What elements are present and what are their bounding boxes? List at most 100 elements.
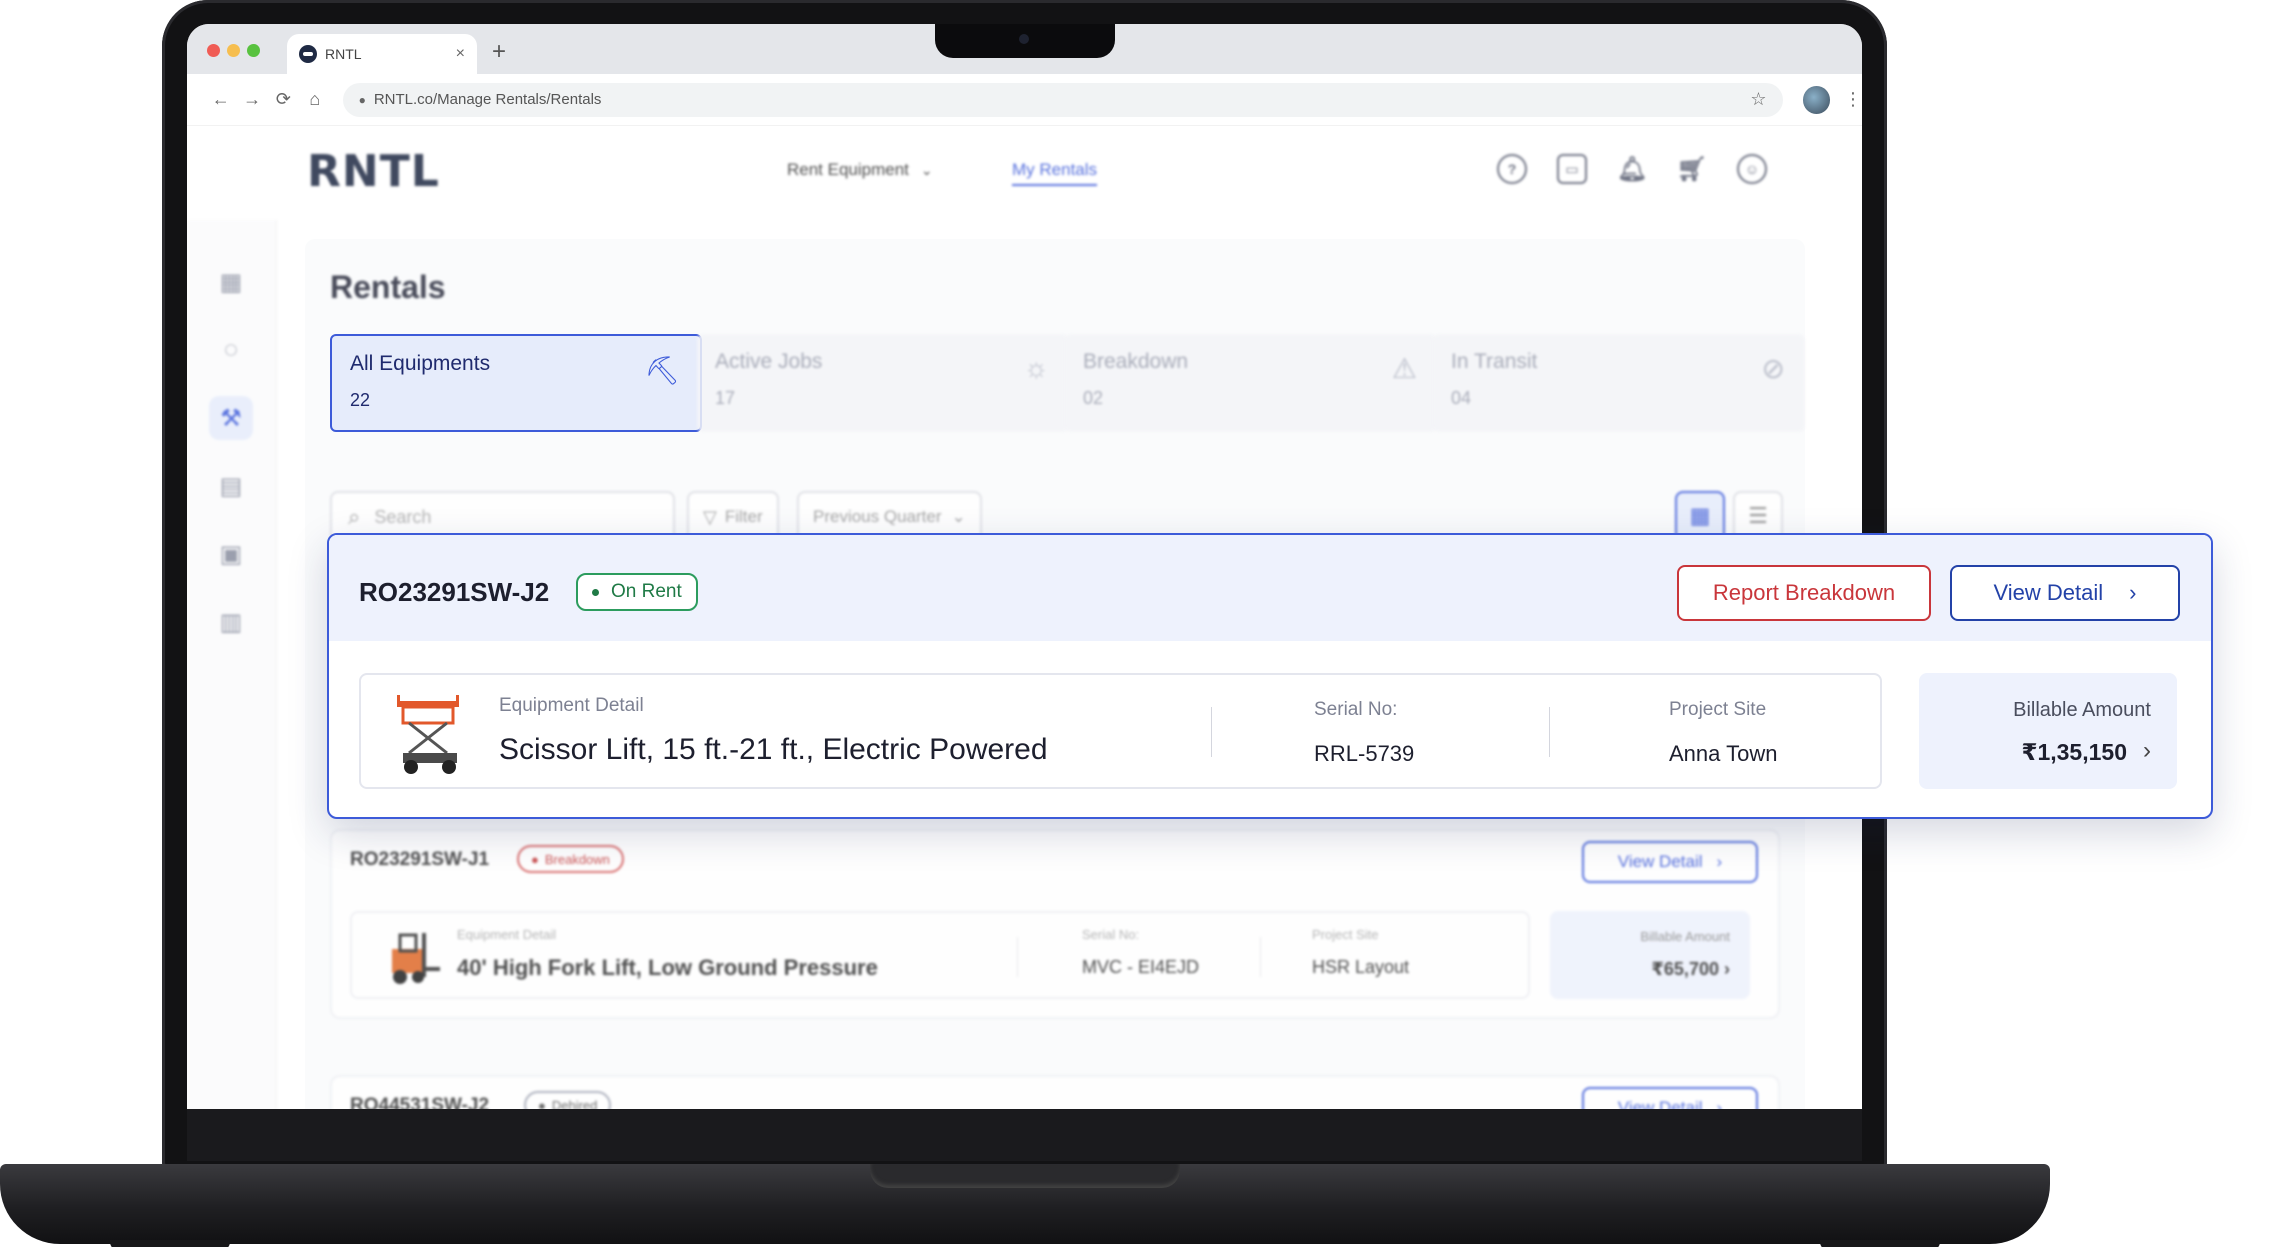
chevron-right-icon: › bbox=[1716, 1098, 1723, 1109]
url-field[interactable]: ● RNTL.co/Manage Rentals/Rentals ☆ bbox=[342, 82, 1783, 117]
window-maximize-button[interactable] bbox=[247, 44, 260, 57]
view-detail-label: View Detail bbox=[1617, 1098, 1703, 1109]
favicon-icon bbox=[299, 45, 317, 63]
stat-label: In Transit bbox=[1451, 350, 1538, 373]
stat-card-breakdown[interactable]: Breakdown 02 ⚠ bbox=[1065, 334, 1437, 432]
stat-count: 17 bbox=[715, 388, 736, 408]
rental-detail-row: Equipment Detail 40' High Fork Lift, Low… bbox=[350, 911, 1530, 999]
chevron-right-icon: › bbox=[1716, 852, 1723, 871]
stat-card-in-transit[interactable]: In Transit 04 ⊘ bbox=[1433, 334, 1805, 432]
equipment-name: 40' High Fork Lift, Low Ground Pressure bbox=[457, 955, 878, 980]
billable-amount-box[interactable]: Billable Amount ₹1,35,150 › bbox=[1919, 673, 2177, 789]
status-dot-icon bbox=[592, 588, 599, 596]
forklift-image bbox=[392, 933, 440, 984]
divider bbox=[1549, 707, 1550, 757]
billable-amount: ₹65,700 › bbox=[1651, 959, 1730, 980]
laptop-chin bbox=[187, 1109, 1862, 1161]
chevron-right-icon: › bbox=[1724, 959, 1730, 979]
rental-detail-row: Equipment Detail Scissor Lift, 15 ft.-21… bbox=[359, 673, 1882, 789]
home-icon[interactable]: ⌂ bbox=[299, 89, 330, 110]
nav-rent-equipment-label: Rent Equipment bbox=[787, 160, 909, 179]
no-entry-icon: ⊘ bbox=[1761, 353, 1785, 384]
serial-value: RRL-5739 bbox=[1314, 741, 1415, 766]
help-icon[interactable]: ? bbox=[1497, 154, 1527, 184]
page-title: Rentals bbox=[330, 269, 446, 305]
account-icon[interactable]: ☺ bbox=[1737, 154, 1767, 184]
sidebar-item-rentals[interactable]: ⚒ bbox=[209, 396, 253, 440]
divider bbox=[1017, 937, 1018, 977]
forward-icon[interactable]: → bbox=[236, 89, 267, 110]
rental-code: RO44531SW-J2 bbox=[350, 1095, 490, 1109]
tab-close-icon[interactable]: × bbox=[456, 45, 465, 63]
status-badge: On Rent bbox=[576, 573, 698, 611]
project-site-label: Project Site bbox=[1669, 699, 1767, 720]
view-detail-label: View Detail bbox=[1617, 852, 1703, 871]
sidebar-item-invoice[interactable]: ▣ bbox=[209, 532, 253, 576]
stat-card-active-jobs[interactable]: Active Jobs 17 ☼ bbox=[697, 334, 1069, 432]
sidebar-item-building[interactable]: ▥ bbox=[209, 600, 253, 644]
featured-rental-header: RO23291SW-J2 On Rent Report Breakdown Vi… bbox=[329, 535, 2211, 641]
grid-icon: ▦ bbox=[1689, 503, 1711, 528]
camera-icon bbox=[1019, 34, 1029, 44]
stat-card-all-equipments[interactable]: All Equipments 22 ⛏ bbox=[330, 334, 702, 432]
inbox-icon[interactable]: ▭ bbox=[1557, 154, 1587, 184]
browser-tab[interactable]: RNTL × bbox=[287, 34, 477, 74]
rental-card: RO44531SW-J2 ● Dehired View Detail › bbox=[330, 1075, 1780, 1109]
back-icon[interactable]: ← bbox=[205, 89, 236, 110]
nav-my-rentals[interactable]: My Rentals bbox=[1012, 160, 1098, 186]
serial-label: Serial No: bbox=[1314, 699, 1398, 720]
rental-code: RO23291SW-J1 bbox=[350, 849, 490, 870]
reload-icon[interactable]: ⟳ bbox=[268, 89, 299, 110]
billable-amount-box[interactable]: Billable Amount ₹65,700 › bbox=[1550, 911, 1750, 999]
building-icon: ▥ bbox=[219, 608, 243, 636]
tab-title: RNTL bbox=[325, 46, 362, 62]
filter-label: Filter bbox=[724, 507, 763, 526]
browser-menu-icon[interactable]: ⋮ bbox=[1844, 89, 1862, 110]
chat-icon: ◌ bbox=[223, 336, 239, 363]
view-detail-button[interactable]: View Detail › bbox=[1950, 565, 2180, 621]
bell-icon[interactable]: 🔔︎ bbox=[1617, 154, 1647, 184]
divider bbox=[1211, 707, 1212, 757]
rntl-logo[interactable]: RNTL bbox=[307, 146, 440, 197]
bookmark-star-icon[interactable]: ☆ bbox=[1750, 89, 1766, 110]
window-close-button[interactable] bbox=[207, 44, 220, 57]
laptop-notch bbox=[935, 24, 1115, 58]
stat-label: All Equipments bbox=[350, 352, 491, 375]
sidebar-item-documents[interactable]: ▤ bbox=[209, 464, 253, 508]
divider bbox=[1260, 937, 1261, 977]
new-tab-button[interactable]: + bbox=[492, 38, 506, 66]
serial-label: Serial No: bbox=[1082, 927, 1140, 942]
status-badge: ● Dehired bbox=[524, 1091, 612, 1110]
chevron-down-icon: ⌄ bbox=[920, 161, 933, 178]
view-detail-button[interactable]: View Detail › bbox=[1582, 841, 1758, 883]
nav-rent-equipment[interactable]: Rent Equipment ⌄ bbox=[787, 160, 933, 180]
billable-amount-value: ₹65,700 bbox=[1651, 959, 1719, 979]
billable-label: Billable Amount bbox=[1640, 929, 1730, 944]
rental-card: RO23291SW-J1 ● Breakdown View Detail › Eq… bbox=[330, 829, 1780, 1019]
window-minimize-button[interactable] bbox=[227, 44, 240, 57]
report-breakdown-button[interactable]: Report Breakdown bbox=[1677, 565, 1931, 621]
sidebar-item-chat[interactable]: ◌ bbox=[209, 328, 253, 372]
sidebar-item-dashboard[interactable]: ▦ bbox=[209, 260, 253, 304]
equipment-detail-label: Equipment Detail bbox=[457, 927, 556, 942]
app-header: RNTL Rent Equipment ⌄ My Rentals ? ▭ 🔔︎ … bbox=[187, 126, 1862, 220]
chevron-down-icon: ⌄ bbox=[951, 507, 966, 526]
sidebar: ▦ ◌ ⚒ ▤ ▣ ▥ bbox=[187, 220, 277, 1109]
view-detail-label: View Detail bbox=[1993, 580, 2104, 605]
url-text: RNTL.co/Manage Rentals/Rentals bbox=[373, 91, 602, 108]
view-detail-button[interactable]: View Detail › bbox=[1582, 1087, 1758, 1109]
filter-icon: ▽ bbox=[703, 506, 717, 527]
laptop-foot-right bbox=[1820, 1240, 1940, 1247]
equipment-name: Scissor Lift, 15 ft.-21 ft., Electric Po… bbox=[499, 733, 1048, 766]
status-label: Breakdown bbox=[544, 851, 610, 867]
stat-count: 22 bbox=[350, 390, 371, 410]
cart-icon[interactable]: 🛒︎ bbox=[1677, 154, 1707, 184]
documents-icon: ▤ bbox=[219, 472, 243, 500]
bulb-icon: ☼ bbox=[1023, 352, 1049, 383]
equipment-detail-label: Equipment Detail bbox=[499, 695, 644, 716]
project-site-value: Anna Town bbox=[1669, 741, 1778, 766]
status-label: Dehired bbox=[551, 1097, 598, 1110]
laptop-base bbox=[0, 1164, 2050, 1247]
browser-profile-avatar[interactable] bbox=[1802, 85, 1831, 114]
period-label: Previous Quarter bbox=[813, 507, 942, 526]
